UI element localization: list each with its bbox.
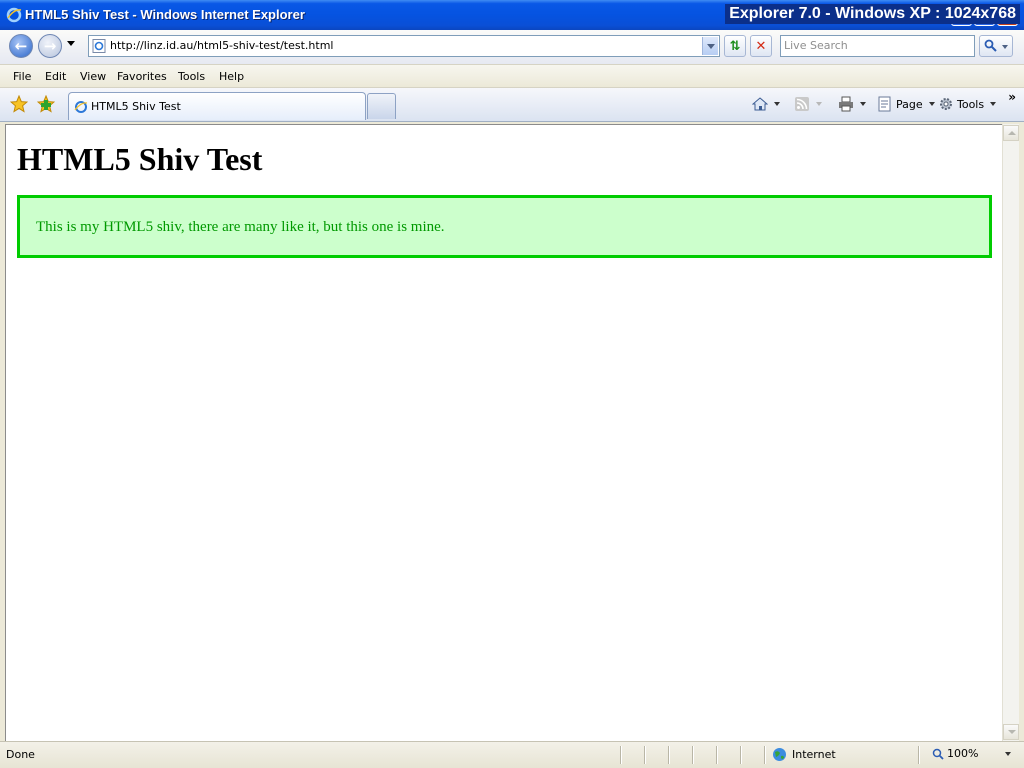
home-dropdown[interactable] (774, 102, 780, 106)
search-input[interactable]: Live Search (780, 35, 975, 57)
feeds-button[interactable] (794, 95, 822, 113)
menu-edit[interactable]: Edit (45, 70, 66, 83)
tab-command-bar: HTML5 Shiv Test Page Tools » (0, 88, 1024, 122)
security-zone-label: Internet (792, 748, 836, 761)
tools-menu-dropdown[interactable] (990, 102, 997, 106)
shiv-message-box: This is my HTML5 shiv, there are many li… (17, 195, 992, 258)
search-options-dropdown[interactable] (1002, 45, 1008, 49)
menu-bar: File Edit View Favorites Tools Help (0, 64, 1024, 88)
status-bar: Done Internet 100% (0, 741, 1024, 768)
zoom-level-control[interactable]: 100% (932, 747, 1012, 760)
favorites-star-icon[interactable] (10, 95, 28, 113)
add-favorite-icon[interactable] (37, 95, 55, 113)
internet-globe-icon (773, 748, 786, 761)
menu-favorites[interactable]: Favorites (117, 70, 167, 83)
status-divider (918, 746, 920, 764)
status-divider (740, 746, 742, 764)
security-zone[interactable]: Internet (772, 747, 836, 762)
page-menu-dropdown[interactable] (928, 102, 935, 106)
print-dropdown[interactable] (860, 102, 866, 106)
ie-logo-icon (6, 7, 22, 23)
print-button[interactable] (838, 95, 866, 113)
menu-view[interactable]: View (80, 70, 106, 83)
feeds-dropdown[interactable] (816, 102, 822, 106)
page-menu-button[interactable]: Page (877, 95, 935, 113)
status-divider (644, 746, 646, 764)
status-divider (620, 746, 622, 764)
status-divider (692, 746, 694, 764)
status-divider (764, 746, 766, 764)
shiv-message-text: This is my HTML5 shiv, there are many li… (36, 219, 445, 235)
search-button[interactable] (979, 35, 1013, 57)
recent-pages-dropdown[interactable] (67, 41, 75, 46)
page-menu-label: Page (896, 97, 923, 111)
new-tab-button[interactable] (367, 93, 396, 119)
page-icon (92, 39, 106, 53)
status-divider (668, 746, 670, 764)
back-arrow-icon: ← (14, 37, 28, 55)
page-content-area: HTML5 Shiv Test This is my HTML5 shiv, t… (5, 124, 1002, 741)
home-icon (752, 97, 768, 111)
home-button[interactable] (752, 95, 780, 113)
forward-button[interactable]: → (38, 34, 62, 58)
tab-label: HTML5 Shiv Test (91, 100, 181, 113)
tab-html5-shiv-test[interactable]: HTML5 Shiv Test (68, 92, 366, 120)
tools-menu-label: Tools (957, 97, 985, 111)
address-url: http://linz.id.au/html5-shiv-test/test.h… (110, 39, 334, 52)
print-icon (839, 96, 853, 112)
menu-file[interactable]: File (13, 70, 31, 83)
zoom-dropdown[interactable] (1005, 751, 1012, 756)
stop-icon: ✕ (755, 38, 767, 54)
search-icon (984, 39, 997, 52)
refresh-icon: ⇅ (729, 38, 741, 54)
zoom-icon (932, 748, 944, 760)
menu-tools[interactable]: Tools (178, 70, 205, 83)
status-text: Done (6, 748, 35, 761)
menu-help[interactable]: Help (219, 70, 244, 83)
page-icon (74, 101, 88, 113)
address-field[interactable]: http://linz.id.au/html5-shiv-test/test.h… (88, 35, 720, 57)
browser-window: HTML5 Shiv Test - Windows Internet Explo… (0, 0, 1024, 768)
window-title: HTML5 Shiv Test - Windows Internet Explo… (25, 7, 305, 22)
tools-menu-button[interactable]: Tools (938, 95, 997, 113)
scroll-up-button[interactable] (1003, 125, 1019, 141)
more-commands-chevron-icon[interactable]: » (1008, 90, 1016, 104)
back-button[interactable]: ← (9, 34, 33, 58)
environment-overlay-label: Explorer 7.0 - Windows XP : 1024x768 (725, 4, 1020, 24)
page-heading: HTML5 Shiv Test (17, 141, 263, 177)
page-menu-icon (878, 96, 891, 112)
status-divider (716, 746, 718, 764)
window-frame-edge (1019, 124, 1024, 768)
refresh-button[interactable]: ⇅ (724, 35, 746, 57)
address-bar-row: ← → http://linz.id.au/html5-shiv-test/te… (0, 30, 1024, 64)
tools-gear-icon (940, 98, 952, 110)
stop-button[interactable]: ✕ (750, 35, 772, 57)
scroll-down-button[interactable] (1003, 724, 1019, 740)
zoom-level-label: 100% (947, 747, 979, 760)
search-placeholder: Live Search (784, 39, 848, 52)
vertical-scrollbar[interactable] (1002, 124, 1019, 741)
title-bar[interactable]: HTML5 Shiv Test - Windows Internet Explo… (0, 0, 1024, 30)
address-history-dropdown[interactable] (702, 37, 718, 55)
rss-feed-icon (795, 97, 809, 111)
forward-arrow-icon: → (43, 37, 57, 55)
